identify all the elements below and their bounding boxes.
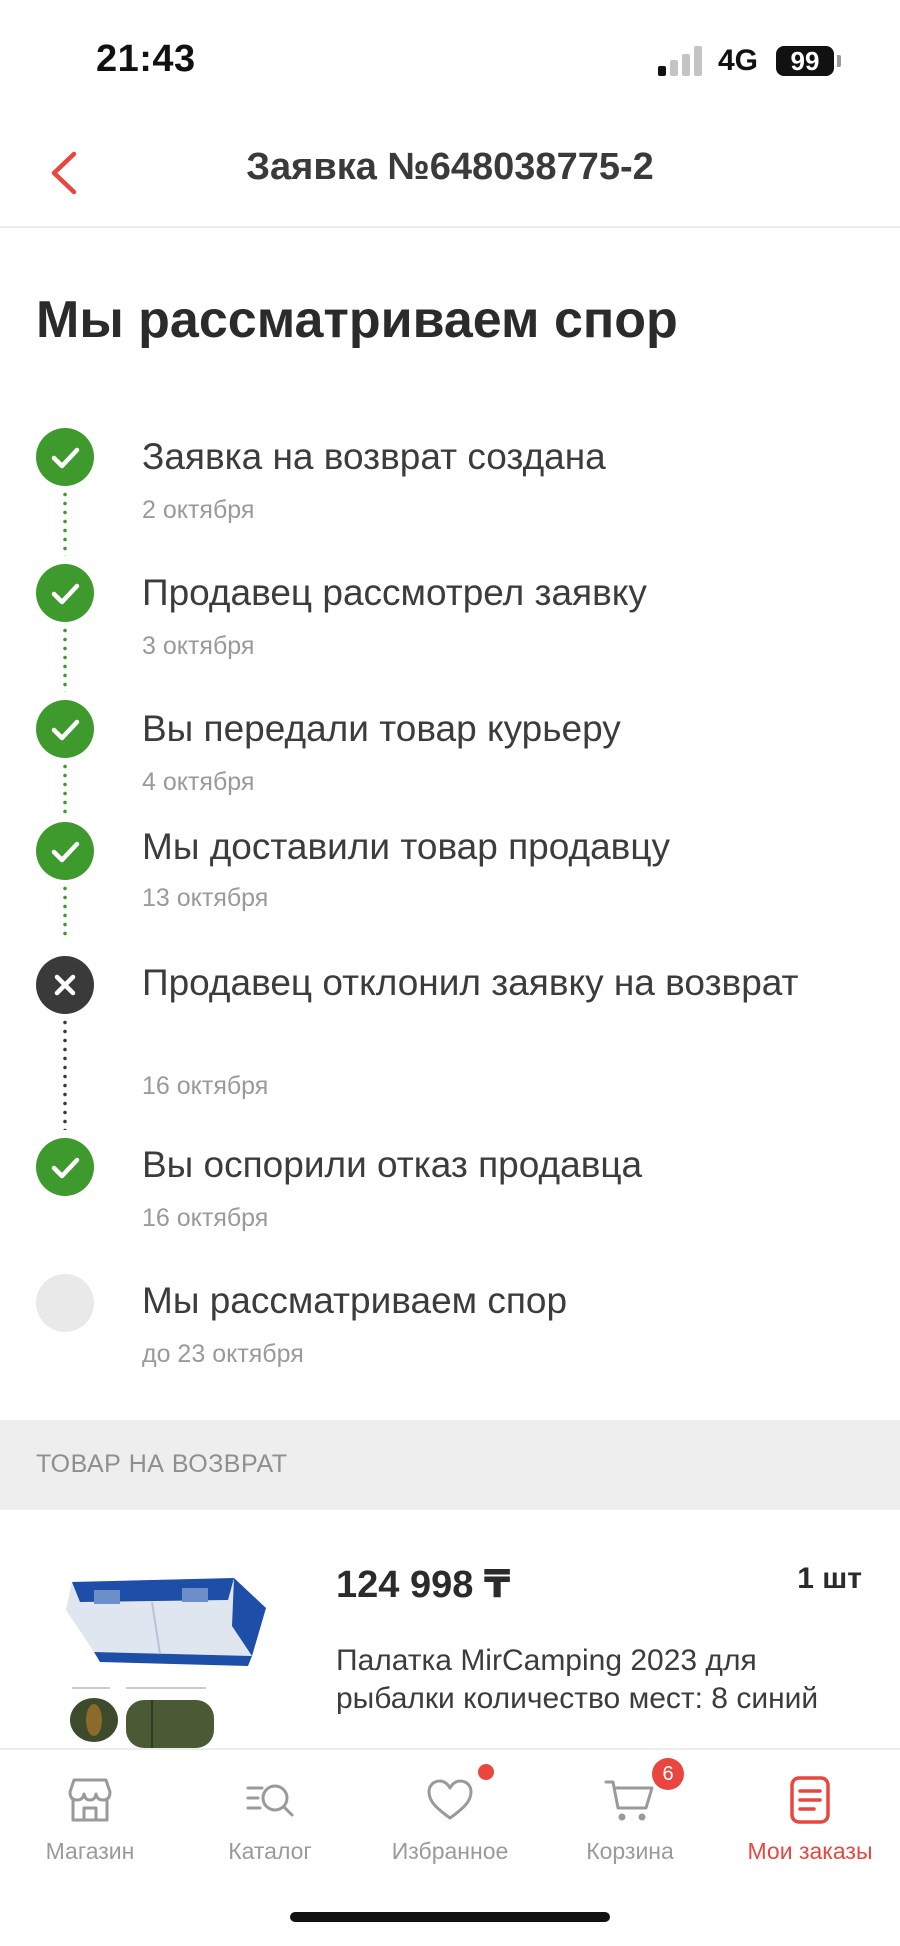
- network-type: 4G: [718, 44, 759, 77]
- cart-count-badge: 6: [652, 1758, 684, 1790]
- product-name: Палатка MirCamping 2023 для рыбалки коли…: [336, 1644, 819, 1715]
- nav-label: Корзина: [586, 1838, 674, 1864]
- timeline-item-date: 4 октября: [142, 768, 255, 796]
- catalog-search-icon: [246, 1784, 294, 1817]
- signal-icon: [658, 46, 704, 76]
- timeline-item-date: до 23 октября: [142, 1340, 304, 1368]
- product-image: [56, 1560, 276, 1750]
- timeline-connector: [63, 626, 67, 692]
- product-quantity: 1 шт: [797, 1562, 862, 1595]
- status-time: 21:43: [96, 38, 196, 80]
- close-icon: [36, 956, 94, 1014]
- return-section-header: ТОВАР НА ВОЗВРАТ: [0, 1420, 900, 1510]
- timeline-connector: [63, 884, 67, 936]
- battery-icon: 99: [776, 46, 834, 76]
- heart-icon: [427, 1779, 473, 1820]
- check-icon: [36, 822, 94, 880]
- timeline-item-title: Продавец рассмотрел заявку: [142, 572, 647, 613]
- timeline-item-date: 3 октября: [142, 632, 255, 660]
- timeline-item-date: 16 октября: [142, 1072, 269, 1100]
- battery-tip: [837, 55, 841, 67]
- check-icon: [36, 1138, 94, 1196]
- nav-label: Избранное: [391, 1838, 509, 1864]
- return-product[interactable]: 124 998 ₸ 1 шт Палатка MirCamping 2023 д…: [0, 1510, 900, 1750]
- nav-item-catalog[interactable]: Каталог: [180, 1750, 360, 1900]
- store-icon: [68, 1778, 112, 1822]
- nav-item-cart[interactable]: 6 Корзина: [540, 1750, 720, 1900]
- timeline-item-date: 2 октября: [142, 496, 255, 524]
- timeline-item-date: 16 октября: [142, 1204, 269, 1232]
- timeline-connector: [63, 762, 67, 814]
- check-icon: [36, 564, 94, 622]
- nav-item-my-orders[interactable]: Мои заказы: [720, 1750, 900, 1900]
- cart-icon: [604, 1780, 654, 1821]
- status-bar: 21:43 4G 99: [0, 0, 900, 120]
- timeline-connector: [63, 1018, 67, 1130]
- timeline-item-title: Вы передали товар курьеру: [142, 708, 621, 749]
- nav-item-favorites[interactable]: Избранное: [360, 1750, 540, 1900]
- check-icon: [36, 428, 94, 486]
- section-label: ТОВАР НА ВОЗВРАТ: [36, 1450, 288, 1478]
- timeline-item-date: 13 октября: [142, 884, 269, 912]
- timeline-connector: [63, 490, 67, 556]
- check-icon: [36, 700, 94, 758]
- nav-label: Магазин: [45, 1838, 135, 1864]
- timeline-item-title: Заявка на возврат создана: [142, 436, 606, 477]
- timeline-item-title: Мы рассматриваем спор: [142, 1280, 568, 1321]
- header: Заявка №648038775-2: [0, 120, 900, 228]
- pending-circle-icon: [36, 1274, 94, 1332]
- timeline-item-title: Мы доставили товар продавцу: [142, 826, 671, 867]
- home-indicator[interactable]: [290, 1912, 610, 1922]
- timeline-item-title: Продавец отклонил заявку на возврат: [142, 962, 799, 1003]
- timeline-item-title: Вы оспорили отказ продавца: [142, 1144, 643, 1185]
- product-price: 124 998 ₸: [336, 1564, 511, 1606]
- orders-icon: [790, 1776, 830, 1824]
- nav-item-shop[interactable]: Магазин: [0, 1750, 180, 1900]
- status-heading: Мы рассматриваем спор: [36, 291, 678, 349]
- nav-label: Каталог: [228, 1838, 312, 1864]
- favorites-dot-badge: [478, 1764, 494, 1780]
- page-title: Заявка №648038775-2: [246, 146, 654, 188]
- nav-label: Мои заказы: [747, 1838, 873, 1864]
